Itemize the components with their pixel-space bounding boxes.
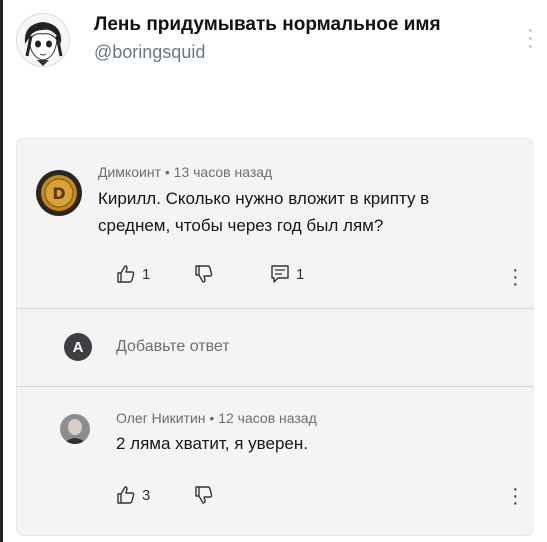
divider xyxy=(16,308,534,309)
thumbs-down-icon xyxy=(195,486,213,504)
comment-text: Кирилл. Сколько нужно вложит в крипту в … xyxy=(98,185,528,239)
reply-meta: Олег Никитин • 12 часов назад xyxy=(116,410,317,426)
user-avatar[interactable] xyxy=(16,13,70,67)
reply-author[interactable]: Олег Никитин xyxy=(116,410,206,426)
like-button[interactable]: 1 xyxy=(116,264,150,284)
coin-letter: D xyxy=(52,184,65,203)
comment-text-line: среднем, чтобы через год был лям? xyxy=(98,216,384,235)
display-name[interactable]: Лень придумывать нормальное имя xyxy=(94,14,441,36)
tweet-header: Лень придумывать нормальное имя @borings… xyxy=(16,10,537,70)
comment-item: D Димкоинт • 13 часов назад Кирилл. Скол… xyxy=(16,138,534,308)
anime-avatar-icon xyxy=(17,14,69,66)
meta-separator: • xyxy=(209,410,215,426)
reply-item: Олег Никитин • 12 часов назад 2 ляма хва… xyxy=(16,386,534,536)
comment-time: 13 часов назад xyxy=(173,164,273,180)
like-count: 1 xyxy=(142,265,151,283)
meta-separator: • xyxy=(164,164,170,180)
comment-icon xyxy=(271,265,289,283)
thumbs-down-icon xyxy=(195,265,213,283)
like-button[interactable]: 3 xyxy=(116,485,150,505)
add-reply-row[interactable]: A Добавьте ответ xyxy=(16,328,534,368)
add-reply-input[interactable]: Добавьте ответ xyxy=(116,338,230,356)
comment-author[interactable]: Димкоинт xyxy=(98,164,161,180)
thumbs-up-icon xyxy=(117,265,135,283)
dislike-button[interactable] xyxy=(194,264,214,284)
left-frame-border xyxy=(0,0,3,542)
dislike-button[interactable] xyxy=(194,485,214,505)
current-user-avatar: A xyxy=(64,333,92,361)
reply-author-avatar xyxy=(60,414,90,444)
person-photo-icon xyxy=(60,414,90,444)
user-handle[interactable]: @boringsquid xyxy=(94,42,205,63)
reply-text: 2 ляма хватит, я уверен. xyxy=(116,434,308,453)
replies-button[interactable]: 1 xyxy=(270,264,304,284)
coin-avatar: D xyxy=(36,170,82,216)
reply-count: 1 xyxy=(296,265,305,283)
thumbs-up-icon xyxy=(117,486,135,504)
like-count: 3 xyxy=(142,486,151,504)
comment-meta: Димкоинт • 13 часов назад xyxy=(98,164,272,180)
comment-more-icon[interactable]: · · · xyxy=(512,260,519,294)
reply-more-icon[interactable]: · · · xyxy=(512,479,519,513)
comment-text-line: Кирилл. Сколько нужно вложит в крипту в xyxy=(98,189,430,208)
comment-thread-screenshot: D Димкоинт • 13 часов назад Кирилл. Скол… xyxy=(16,138,534,536)
reply-time: 12 часов назад xyxy=(218,410,317,426)
more-options-icon[interactable]: · · · xyxy=(527,20,534,56)
dogecoin-icon: D xyxy=(36,170,82,216)
